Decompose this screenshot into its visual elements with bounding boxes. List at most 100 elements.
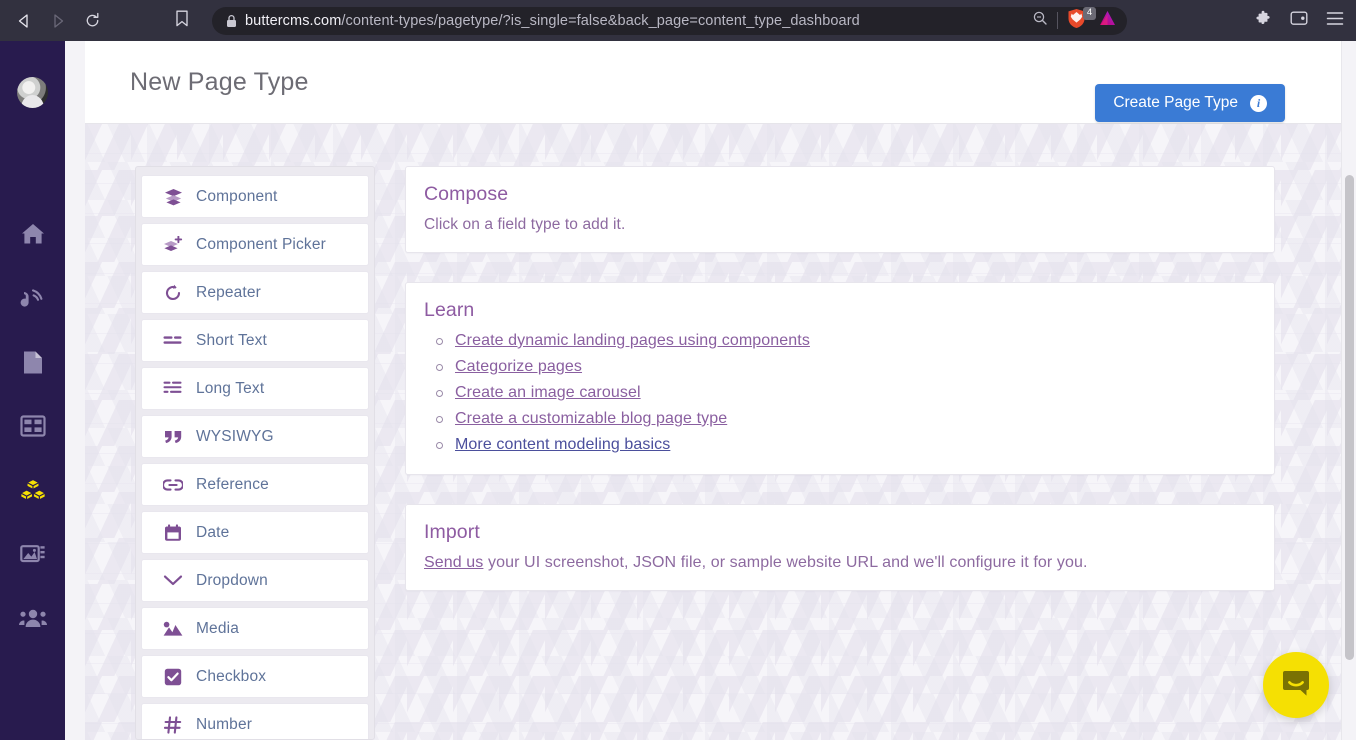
import-card: Import Send us your UI screenshot, JSON … bbox=[405, 504, 1275, 591]
wallet-button[interactable] bbox=[1284, 6, 1314, 36]
compose-subtitle: Click on a field type to add it. bbox=[424, 216, 626, 233]
create-page-type-button[interactable]: Create Page Type i bbox=[1095, 84, 1285, 122]
address-bar[interactable]: buttercms.com/content-types/pagetype/?is… bbox=[212, 6, 1127, 35]
field-type-label: Dropdown bbox=[196, 571, 268, 589]
checkbox-checked-icon bbox=[163, 667, 183, 687]
bookmark-button[interactable] bbox=[166, 5, 198, 37]
learn-link[interactable]: Create an image carousel bbox=[455, 384, 641, 402]
lock-icon bbox=[226, 14, 237, 28]
learn-link[interactable]: Create dynamic landing pages using compo… bbox=[455, 332, 810, 350]
browser-toolbar: buttercms.com/content-types/pagetype/?is… bbox=[0, 0, 1356, 41]
list-item: Create dynamic landing pages using compo… bbox=[436, 332, 1256, 350]
field-type-label: WYSIWYG bbox=[196, 427, 274, 445]
app-sidebar bbox=[0, 41, 65, 740]
field-type-label: Media bbox=[196, 619, 239, 637]
url-domain: buttercms.com bbox=[245, 12, 342, 29]
bullet-icon bbox=[436, 337, 443, 345]
field-type-date[interactable]: Date bbox=[141, 511, 369, 554]
field-type-component[interactable]: Component bbox=[141, 175, 369, 218]
bullet-icon bbox=[436, 441, 443, 449]
sidebar-item-media[interactable] bbox=[0, 522, 65, 586]
learn-link-list: Create dynamic landing pages using compo… bbox=[436, 332, 1256, 454]
page-vertical-scrollbar[interactable] bbox=[1341, 41, 1356, 740]
app-body: Component Component Picker Repeater Shor… bbox=[85, 124, 1341, 740]
field-type-component-picker[interactable]: Component Picker bbox=[141, 223, 369, 266]
back-button[interactable] bbox=[8, 5, 40, 37]
field-type-wysiwyg[interactable]: WYSIWYG bbox=[141, 415, 369, 458]
field-type-short-text[interactable]: Short Text bbox=[141, 319, 369, 362]
browser-menu-button[interactable] bbox=[1320, 6, 1350, 36]
address-bar-actions: 4 bbox=[1032, 6, 1117, 32]
content-types-blocks-icon bbox=[19, 478, 46, 502]
learn-link[interactable]: More content modeling basics bbox=[455, 436, 670, 454]
intercom-chat-bubble-icon bbox=[1280, 667, 1312, 704]
calendar-icon bbox=[163, 523, 183, 543]
import-rest-text: your UI screenshot, JSON file, or sample… bbox=[483, 554, 1088, 571]
home-icon bbox=[20, 222, 46, 246]
field-type-reference[interactable]: Reference bbox=[141, 463, 369, 506]
list-item: Create an image carousel bbox=[436, 384, 1256, 402]
field-type-checkbox[interactable]: Checkbox bbox=[141, 655, 369, 698]
shields-blocked-count: 4 bbox=[1083, 6, 1096, 20]
field-type-number[interactable]: Number bbox=[141, 703, 369, 739]
page-title: New Page Type bbox=[130, 67, 309, 96]
reload-button[interactable] bbox=[76, 5, 108, 37]
brave-shields-button[interactable]: 4 bbox=[1067, 6, 1096, 32]
info-icon[interactable]: i bbox=[1250, 94, 1267, 112]
browser-toolbar-right bbox=[1248, 0, 1350, 41]
sidebar-item-content-types[interactable] bbox=[0, 458, 65, 522]
field-type-label: Checkbox bbox=[196, 667, 267, 685]
field-type-dropdown[interactable]: Dropdown bbox=[141, 559, 369, 602]
media-image-icon bbox=[19, 543, 46, 566]
learn-link[interactable]: Create a customizable blog page type bbox=[455, 410, 727, 428]
field-type-repeater[interactable]: Repeater bbox=[141, 271, 369, 314]
sidebar-item-pages[interactable] bbox=[0, 330, 65, 394]
brave-wallet-icon bbox=[1290, 10, 1308, 31]
short-text-lines-icon bbox=[163, 331, 183, 351]
zoom-magnifier-icon[interactable] bbox=[1032, 10, 1048, 31]
forward-arrow-icon bbox=[50, 13, 66, 29]
reload-icon bbox=[84, 12, 101, 29]
layers-icon bbox=[163, 187, 183, 207]
layers-plus-icon bbox=[163, 235, 183, 255]
field-type-label: Component Picker bbox=[196, 235, 326, 253]
app-header: New Page Type Create Page Type i bbox=[85, 41, 1341, 124]
forward-button[interactable] bbox=[42, 5, 74, 37]
users-people-icon bbox=[18, 608, 47, 628]
sidebar-item-home[interactable] bbox=[0, 202, 65, 266]
link-chain-icon bbox=[163, 475, 183, 495]
field-type-palette: Component Component Picker Repeater Shor… bbox=[135, 166, 375, 740]
chevron-down-icon bbox=[163, 571, 183, 591]
sidebar-gutter bbox=[65, 41, 85, 740]
sidebar-item-blog[interactable] bbox=[0, 266, 65, 330]
refresh-circular-icon bbox=[163, 283, 183, 303]
intercom-launcher-button[interactable] bbox=[1263, 652, 1329, 718]
brave-triangle-logo-icon[interactable] bbox=[1098, 9, 1117, 32]
scrollbar-thumb[interactable] bbox=[1345, 175, 1354, 660]
field-type-long-text[interactable]: Long Text bbox=[141, 367, 369, 410]
url-text: buttercms.com/content-types/pagetype/?is… bbox=[245, 13, 1024, 29]
long-text-lines-icon bbox=[163, 379, 183, 399]
compose-title: Compose bbox=[424, 183, 509, 205]
create-page-type-label: Create Page Type bbox=[1113, 94, 1238, 111]
field-type-media[interactable]: Media bbox=[141, 607, 369, 650]
learn-link[interactable]: Categorize pages bbox=[455, 358, 582, 376]
sidebar-item-collections[interactable] bbox=[0, 394, 65, 458]
image-mountain-icon bbox=[163, 619, 183, 639]
extensions-button[interactable] bbox=[1248, 6, 1278, 36]
import-description: Send us your UI screenshot, JSON file, o… bbox=[424, 554, 1256, 572]
back-arrow-icon bbox=[16, 13, 32, 29]
collections-grid-icon bbox=[19, 415, 46, 437]
bullet-icon bbox=[436, 389, 443, 397]
web-page: New Page Type Create Page Type i Compone… bbox=[0, 41, 1356, 740]
field-type-label: Short Text bbox=[196, 331, 268, 349]
avatar[interactable] bbox=[17, 77, 48, 108]
page-document-icon bbox=[22, 350, 44, 375]
send-us-link[interactable]: Send us bbox=[424, 554, 483, 571]
hamburger-menu-icon bbox=[1326, 11, 1344, 31]
field-type-label: Long Text bbox=[196, 379, 265, 397]
import-title: Import bbox=[424, 521, 480, 543]
bullet-icon bbox=[436, 415, 443, 423]
toolbar-divider bbox=[1057, 12, 1058, 29]
sidebar-item-users[interactable] bbox=[0, 586, 65, 650]
